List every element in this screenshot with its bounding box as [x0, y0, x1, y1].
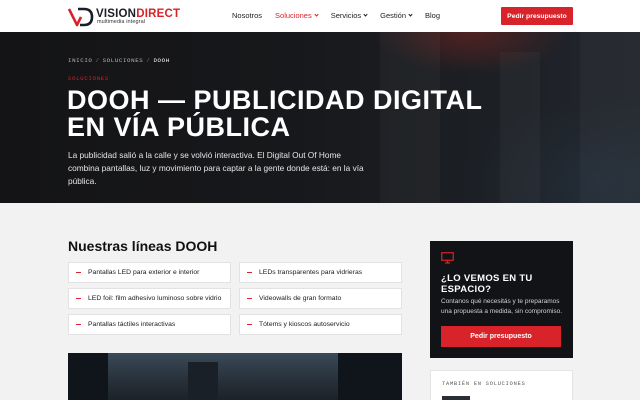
list-item: LED foil: film adhesivo luminoso sobre v… — [68, 288, 231, 309]
nav-item-soluciones[interactable]: Soluciones — [275, 11, 319, 20]
background-building — [500, 52, 540, 203]
breadcrumb-home[interactable]: INICIO — [68, 57, 92, 64]
dash-icon — [247, 271, 252, 274]
dash-icon — [76, 271, 81, 274]
breadcrumb-current: DOOH — [153, 57, 170, 64]
request-quote-sidebar-button[interactable]: Pedir presupuesto — [441, 326, 561, 347]
list-item: Pantallas LED para exterior e interior — [68, 262, 231, 283]
related-solutions-label: TAMBIÉN EN SOLUCIONES — [442, 381, 526, 387]
background-building — [580, 32, 640, 203]
section-title: Nuestras líneas DOOH — [68, 238, 218, 254]
hero-description: La publicidad salió a la calle y se volv… — [68, 150, 364, 186]
main-nav: Nosotros Soluciones Servicios Gestión Bl… — [232, 11, 453, 20]
chevron-down-icon — [363, 12, 368, 17]
dash-icon — [76, 323, 81, 326]
breadcrumb: INICIO / SOLUCIONES / DOOH — [68, 57, 170, 64]
brand-logo[interactable]: VISIONDIRECT multimedia integral — [68, 7, 180, 27]
hero-eyebrow: SOLUCIONES — [68, 75, 110, 82]
city-street-image — [68, 353, 402, 400]
dash-icon — [247, 323, 252, 326]
nav-item-gestion[interactable]: Gestión — [380, 11, 413, 20]
contact-card: ¿LO VEMOS EN TU ESPACIO? Contanos qué ne… — [430, 241, 573, 358]
contact-card-title: ¿LO VEMOS EN TU ESPACIO? — [441, 273, 533, 295]
logo-mark-icon — [68, 7, 94, 27]
nav-item-blog[interactable]: Blog — [425, 11, 440, 20]
nav-item-servicios[interactable]: Servicios — [331, 11, 368, 20]
list-item: Tótems y kioscos autoservicio — [239, 314, 402, 335]
dash-icon — [76, 297, 81, 300]
site-header: VISIONDIRECT multimedia integral Nosotro… — [0, 0, 640, 32]
chevron-down-icon — [408, 12, 413, 17]
logo-tagline: multimedia integral — [97, 19, 146, 25]
list-item: Videowalls de gran formato — [239, 288, 402, 309]
breadcrumb-soluciones[interactable]: SOLUCIONES — [103, 57, 144, 64]
nav-item-nosotros[interactable]: Nosotros — [232, 11, 262, 20]
related-solutions-card: TAMBIÉN EN SOLUCIONES — [430, 370, 573, 400]
image-building — [68, 353, 108, 400]
page-title: DOOH — PUBLICIDAD DIGITAL EN VÍA PÚBLICA — [67, 85, 482, 142]
hero-banner: INICIO / SOLUCIONES / DOOH SOLUCIONES DOOH —… — [0, 32, 640, 203]
list-item: Pantallas táctiles interactivas — [68, 314, 231, 335]
list-item: LEDs transparentes para vidrieras — [239, 262, 402, 283]
related-solution-thumbnail[interactable] — [442, 396, 470, 400]
dooh-lines-list: Pantallas LED para exterior e interior L… — [68, 262, 402, 335]
image-building — [338, 353, 402, 400]
image-building — [188, 362, 218, 400]
request-quote-button[interactable]: Pedir presupuesto — [501, 7, 573, 25]
dash-icon — [247, 297, 252, 300]
monitor-icon — [441, 252, 454, 264]
chevron-down-icon — [314, 12, 319, 17]
contact-card-text: Contanos qué necesitás y te preparamos u… — [441, 298, 563, 315]
